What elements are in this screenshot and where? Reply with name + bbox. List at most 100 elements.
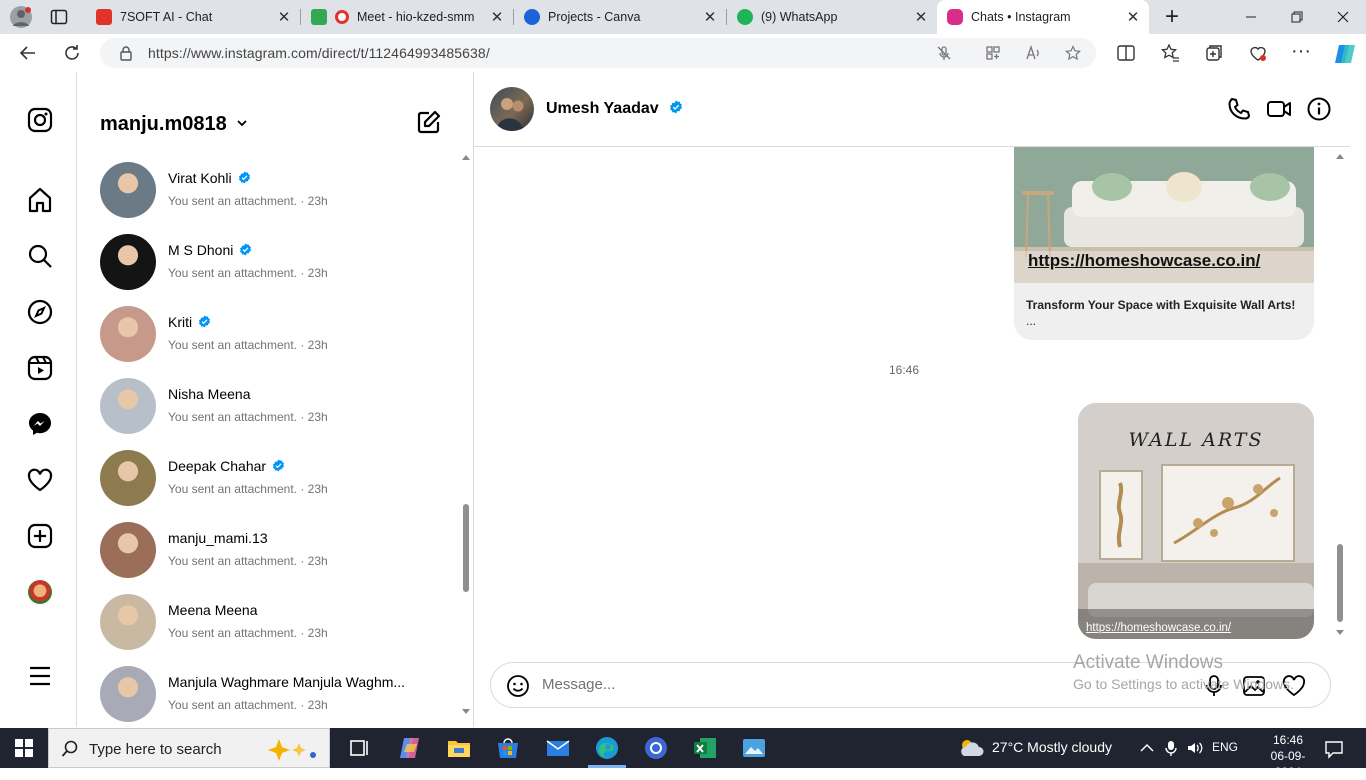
copilot-icon[interactable] [1333, 43, 1357, 65]
mic-blocked-icon[interactable] [936, 45, 952, 61]
microphone-tray-icon[interactable] [1162, 739, 1180, 757]
conversation-row[interactable]: manju_mami.13 You sent an attachment. · 2… [100, 522, 460, 580]
tab-whatsapp[interactable]: (9) WhatsApp ✕ [727, 0, 937, 34]
message-input[interactable]: Message... [542, 676, 615, 693]
emoji-icon[interactable] [506, 674, 530, 698]
edge-browser-icon[interactable] [593, 734, 621, 762]
tab-7soft[interactable]: 7SOFT AI - Chat ✕ [86, 0, 300, 34]
close-tab-icon[interactable]: ✕ [487, 8, 507, 26]
video-call-icon[interactable] [1266, 96, 1292, 122]
conversation-row[interactable]: M S Dhoni You sent an attachment. · 23h [100, 234, 460, 292]
conversation-row[interactable]: Manjula Waghmare Manjula Waghm... You sen… [100, 666, 460, 724]
taskbar-clock[interactable]: 16:46 06-09-2024 [1264, 732, 1312, 780]
close-tab-icon[interactable]: ✕ [700, 8, 720, 26]
tab-meet[interactable]: Meet - hio-kzed-smm ✕ [301, 0, 513, 34]
browser-essentials-icon[interactable] [1248, 43, 1268, 63]
profile-icon [13, 7, 31, 26]
explore-compass-icon[interactable] [26, 298, 54, 326]
instagram-nav-rail [0, 72, 77, 727]
conversation-avatar [100, 378, 156, 434]
heart-notifications-icon[interactable] [26, 466, 54, 494]
conversation-row[interactable]: Nisha Meena You sent an attachment. · 23h [100, 378, 460, 436]
close-tab-icon[interactable]: ✕ [1123, 8, 1143, 26]
conversation-preview: You sent an attachment. · 23h [168, 410, 328, 424]
input-language[interactable]: ENG [1212, 740, 1238, 754]
audio-call-icon[interactable] [1226, 96, 1252, 122]
read-aloud-icon[interactable] [1025, 45, 1041, 61]
weather-text[interactable]: 27°C Mostly cloudy [992, 739, 1112, 755]
mail-icon[interactable] [544, 734, 572, 762]
conversation-preview: You sent an attachment. · 23h [168, 482, 328, 496]
contact-avatar[interactable] [490, 87, 534, 131]
lock-icon[interactable] [118, 45, 134, 61]
collections-icon[interactable] [1204, 43, 1224, 63]
conversation-row[interactable]: Meena Meena You sent an attachment. · 23h [100, 594, 460, 652]
chat-scrollbar[interactable] [1334, 150, 1346, 712]
verified-badge-icon [240, 243, 252, 256]
tab-canva[interactable]: Projects - Canva ✕ [514, 0, 726, 34]
verified-badge-icon [238, 171, 250, 184]
close-window-button[interactable] [1320, 0, 1366, 34]
account-switcher[interactable]: manju.m0818 [100, 113, 248, 136]
conversation-name: Nisha Meena [168, 386, 251, 402]
hamburger-menu-icon[interactable] [26, 662, 54, 690]
split-screen-icon[interactable] [1116, 43, 1136, 63]
windows-start-icon[interactable] [15, 739, 33, 757]
conversation-row[interactable]: Deepak Chahar You sent an attachment. · 2… [100, 450, 460, 508]
reels-icon[interactable] [26, 354, 54, 382]
more-menu-icon[interactable]: ··· [1291, 40, 1311, 64]
copilot-app-icon[interactable] [396, 734, 424, 762]
refresh-button[interactable] [57, 38, 87, 68]
chat-pane: Umesh Yaadav https://homeshowcase.co.in/… [474, 72, 1366, 727]
notifications-icon[interactable] [1324, 739, 1344, 759]
conversation-name-text: Manjula Waghmare Manjula Waghm... [168, 674, 406, 690]
home-icon[interactable] [26, 186, 54, 214]
favorite-star-icon[interactable] [1065, 45, 1081, 61]
close-tab-icon[interactable]: ✕ [274, 8, 294, 26]
taskbar-search-box[interactable]: Type here to search [48, 728, 330, 768]
new-tab-button[interactable]: + [1160, 3, 1184, 31]
new-message-icon[interactable] [416, 109, 442, 135]
photos-app-icon[interactable] [740, 734, 768, 762]
tab-instagram[interactable]: Chats • Instagram ✕ [937, 0, 1149, 34]
conversation-name-text: Meena Meena [168, 602, 258, 618]
instagram-logo-icon[interactable] [26, 106, 54, 134]
profile-avatar[interactable] [28, 580, 52, 604]
link-url-text[interactable]: https://homeshowcase.co.in/ [1028, 251, 1260, 271]
minimize-button[interactable] [1228, 0, 1274, 34]
restore-button[interactable] [1274, 0, 1320, 34]
profile-avatar[interactable] [10, 6, 32, 28]
favorites-icon[interactable] [1160, 43, 1180, 63]
back-button[interactable] [13, 38, 43, 68]
conversation-name-text: Deepak Chahar [168, 458, 267, 474]
create-post-icon[interactable] [26, 522, 54, 550]
speaker-volume-icon[interactable] [1186, 739, 1204, 757]
apps-icon[interactable] [985, 45, 1001, 61]
image-url-text[interactable]: https://homeshowcase.co.in/ [1086, 622, 1231, 634]
windows-taskbar: Type here to search 27°C Mostly cloudy E… [0, 728, 1366, 779]
conversation-row[interactable]: Virat Kohli You sent an attachment. · 23h [100, 162, 460, 220]
conversation-info-icon[interactable] [1306, 96, 1332, 122]
shared-link-card[interactable]: https://homeshowcase.co.in/ Transform Yo… [1014, 147, 1314, 340]
url-text[interactable]: https://www.instagram.com/direct/t/11246… [148, 45, 490, 61]
browser-tab-strip: 7SOFT AI - Chat ✕ Meet - hio-kzed-smm ✕ … [0, 0, 1366, 34]
contact-name-link[interactable]: Umesh Yaadav [546, 100, 683, 118]
weather-cloud-icon[interactable] [958, 737, 986, 759]
chevron-up-icon[interactable] [1138, 739, 1156, 757]
restore-icon [1291, 11, 1303, 23]
task-view-icon[interactable] [346, 734, 374, 762]
file-explorer-icon[interactable] [445, 734, 473, 762]
close-tab-icon[interactable]: ✕ [911, 8, 931, 26]
conversation-name: M S Dhoni [168, 242, 252, 258]
chrome-app-icon[interactable] [642, 734, 670, 762]
tab-actions-icon[interactable] [50, 9, 68, 25]
microsoft-store-icon[interactable] [494, 734, 522, 762]
conversation-name-text: Kriti [168, 314, 193, 330]
messenger-icon[interactable] [26, 410, 54, 438]
shared-image-message[interactable]: WALL ARTS https://homeshowcase.co.in/ [1078, 403, 1314, 639]
search-icon[interactable] [26, 242, 54, 270]
address-bar[interactable]: https://www.instagram.com/direct/t/11246… [100, 38, 1096, 68]
conversation-row[interactable]: Kriti You sent an attachment. · 23h [100, 306, 460, 364]
excel-icon[interactable] [691, 734, 719, 762]
conversation-list-scrollbar[interactable] [460, 152, 472, 717]
